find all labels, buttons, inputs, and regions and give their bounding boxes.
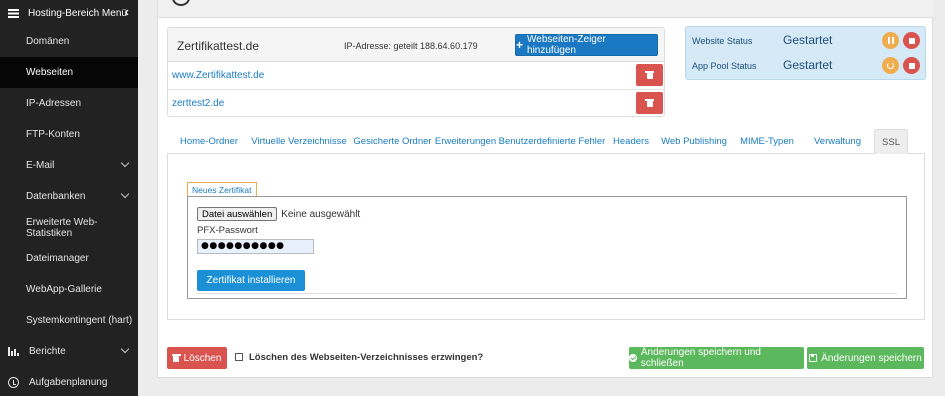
sidebar-item-label: Aufgabenplanung <box>29 377 108 388</box>
tab-gesicherte-ordner[interactable]: Gesicherte Ordner <box>351 129 434 154</box>
sidebar-item-label: E-Mail <box>26 160 55 171</box>
website-tabs: Home-Ordner Virtuelle Verzeichnisse Gesi… <box>167 129 925 154</box>
tab-web-publishing[interactable]: Web Publishing <box>655 129 733 154</box>
clock-icon <box>8 377 19 388</box>
delete-label: Löschen <box>183 352 222 364</box>
pointer-row: www.Zertifikattest.de <box>168 62 664 90</box>
sidebar-item-berichte[interactable]: Berichte <box>0 336 138 367</box>
ip-address: IP-Adresse: geteilt 188.64.60.179 <box>344 41 478 51</box>
sidebar-item-label: WebApp-Gallerie <box>26 284 102 295</box>
main-content: Zertifikattest.de IP-Adresse: geteilt 18… <box>157 0 934 378</box>
sidebar-item-aufgabenplanung[interactable]: Aufgabenplanung <box>0 367 138 396</box>
check-circle-icon <box>629 354 637 362</box>
sidebar-item-ip-adressen[interactable]: IP-Adressen <box>0 88 138 119</box>
sidebar-item-label: Berichte <box>29 346 66 357</box>
pfx-password-label: PFX-Passwort <box>197 225 258 236</box>
sidebar-item-systemkontingent[interactable]: Systemkontingent (hart) <box>0 305 138 336</box>
save-close-label: Änderungen speichern und schließen <box>640 347 761 369</box>
delete-pointer-button[interactable] <box>636 92 663 114</box>
refresh-icon <box>887 62 894 69</box>
ssl-tab-pane: Neues Zertifikat Datei auswählen Keine a… <box>167 154 925 320</box>
sidebar-item-dateimanager[interactable]: Dateimanager <box>0 243 138 274</box>
pfx-password-input[interactable]: ●●●●●●●●●● <box>197 239 314 254</box>
sidebar-item-label: Systemkontingent (hart) <box>26 315 133 326</box>
sidebar-item-label: Webseiten <box>26 67 74 78</box>
sidebar-item-webseiten[interactable]: Webseiten <box>0 57 138 88</box>
bar-chart-icon <box>8 346 19 357</box>
save-label: Änderungen speichern <box>821 352 922 364</box>
pointer-link[interactable]: www.Zertifikattest.de <box>172 70 264 81</box>
sidebar-item-ftp-konten[interactable]: FTP-Konten <box>0 119 138 150</box>
sidebar-header[interactable]: Hosting-Bereich Menü ‹ <box>0 0 138 26</box>
chevron-down-icon <box>120 189 130 199</box>
file-picker: Datei auswählen Keine ausgewählt <box>197 207 360 221</box>
stop-website-button[interactable] <box>903 32 920 49</box>
plus-icon: + <box>516 38 524 52</box>
pause-icon <box>887 37 894 44</box>
chevron-left-icon[interactable]: ‹ <box>125 4 129 19</box>
sidebar-item-label: IP-Adressen <box>26 98 82 109</box>
certificate-form: Datei auswählen Keine ausgewählt PFX-Pas… <box>187 196 907 299</box>
logo-icon <box>172 0 190 6</box>
tab-benutzerdefinierte-fehler[interactable]: Benutzerdefinierte Fehler <box>497 129 607 154</box>
divider <box>197 293 897 294</box>
tab-home-ordner[interactable]: Home-Ordner <box>171 129 247 154</box>
sidebar-item-webapp-gallerie[interactable]: WebApp-Gallerie <box>0 274 138 305</box>
chevron-down-icon <box>120 158 130 168</box>
website-status-label: Website Status <box>692 36 753 46</box>
new-certificate-tab[interactable]: Neues Zertifikat <box>187 182 257 196</box>
sidebar-item-label: Domänen <box>26 36 70 47</box>
apppool-status-value: Gestartet <box>783 58 833 72</box>
apppool-status-row: App Pool Status Gestartet <box>686 54 927 78</box>
pointer-row: zerttest2.de <box>168 90 664 118</box>
trash-icon <box>645 71 654 79</box>
site-name: Zertifikattest.de <box>177 39 260 53</box>
install-certificate-button[interactable]: Zertifikat installieren <box>197 270 305 291</box>
stop-icon <box>908 62 915 69</box>
website-panel-header: Zertifikattest.de IP-Adresse: geteilt 18… <box>168 28 664 62</box>
status-panel: Website Status Gestartet App Pool Status… <box>685 26 926 80</box>
delete-pointer-button[interactable] <box>636 64 663 86</box>
file-status: Keine ausgewählt <box>281 208 361 220</box>
trash-icon <box>171 354 181 362</box>
force-delete-checkbox[interactable] <box>235 353 243 361</box>
website-status-row: Website Status Gestartet <box>686 29 927 53</box>
sidebar-item-label: Datenbanken <box>26 191 86 202</box>
stop-icon <box>908 37 915 44</box>
server-icon <box>8 8 19 18</box>
sidebar-item-datenbanken[interactable]: Datenbanken <box>0 181 138 212</box>
tab-erweiterungen[interactable]: Erweiterungen <box>434 129 497 154</box>
tab-mime-typen[interactable]: MIME-Typen <box>733 129 801 154</box>
chevron-down-icon <box>120 344 130 354</box>
add-pointer-button[interactable]: + Webseiten-Zeiger hinzufügen <box>515 34 658 56</box>
sidebar-title: Hosting-Bereich Menü <box>28 7 127 19</box>
trash-icon <box>645 99 654 107</box>
tab-ssl[interactable]: SSL <box>874 129 908 154</box>
top-bar <box>158 0 934 18</box>
sidebar-item-web-statistiken[interactable]: Erweiterte Web-Statistiken <box>0 212 138 243</box>
sidebar-item-email[interactable]: E-Mail <box>0 150 138 181</box>
save-and-close-button[interactable]: Änderungen speichern und schließen <box>629 347 804 369</box>
recycle-apppool-button[interactable] <box>882 57 899 74</box>
floppy-icon <box>809 354 818 362</box>
pause-website-button[interactable] <box>882 32 899 49</box>
delete-website-button[interactable]: Löschen <box>167 347 227 369</box>
add-pointer-label: Webseiten-Zeiger hinzufügen <box>527 34 606 56</box>
stop-apppool-button[interactable] <box>903 57 920 74</box>
sidebar-item-label: Dateimanager <box>26 253 89 264</box>
sidebar-item-domaenen[interactable]: Domänen <box>0 26 138 57</box>
tab-verwaltung[interactable]: Verwaltung <box>801 129 874 154</box>
sidebar-item-label: Erweiterte Web-Statistiken <box>26 216 98 239</box>
website-status-value: Gestartet <box>783 33 833 47</box>
website-panel: Zertifikattest.de IP-Adresse: geteilt 18… <box>167 27 665 117</box>
apppool-status-label: App Pool Status <box>692 61 757 71</box>
save-button[interactable]: Änderungen speichern <box>807 347 924 369</box>
tab-headers[interactable]: Headers <box>607 129 655 154</box>
force-delete-label: Löschen des Webseiten-Verzeichnisses erz… <box>249 352 484 363</box>
sidebar-item-label: FTP-Konten <box>26 129 80 140</box>
pointer-link[interactable]: zerttest2.de <box>172 98 224 109</box>
sidebar: Hosting-Bereich Menü ‹ Domänen Webseiten… <box>0 0 138 396</box>
tab-virtuelle-verzeichnisse[interactable]: Virtuelle Verzeichnisse <box>247 129 351 154</box>
choose-file-button[interactable]: Datei auswählen <box>197 207 278 221</box>
